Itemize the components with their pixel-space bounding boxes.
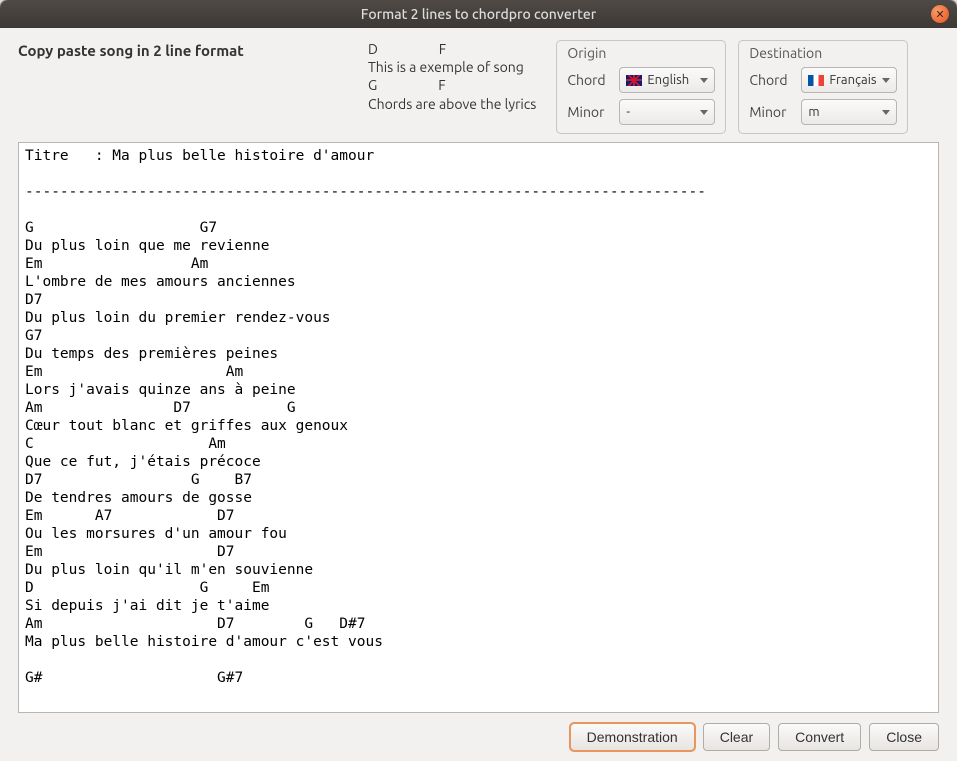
origin-chord-label: Chord	[567, 72, 611, 88]
origin-title: Origin	[567, 45, 715, 61]
origin-minor-row: Minor -	[567, 99, 715, 125]
origin-minor-value: -	[626, 105, 630, 119]
button-bar: Demonstration Clear Convert Close	[18, 723, 939, 751]
origin-minor-label: Minor	[567, 104, 611, 120]
origin-chord-row: Chord English	[567, 67, 715, 93]
close-icon: ✕	[935, 8, 944, 21]
origin-chord-combo[interactable]: English	[619, 67, 715, 93]
song-input-wrap	[18, 142, 939, 713]
chevron-down-icon	[700, 110, 708, 115]
top-row: Copy paste song in 2 line format D F Thi…	[18, 40, 939, 134]
example-chords-2: G F	[368, 77, 446, 93]
destination-chord-label: Chord	[749, 72, 793, 88]
origin-minor-combo[interactable]: -	[619, 99, 715, 125]
destination-chord-row: Chord Français	[749, 67, 897, 93]
titlebar: Format 2 lines to chordpro converter ✕	[0, 0, 957, 28]
content-area: Copy paste song in 2 line format D F Thi…	[0, 28, 957, 761]
example-lyrics-1: This is a exemple of song	[368, 59, 524, 75]
close-window-button[interactable]: ✕	[931, 5, 949, 23]
demonstration-button[interactable]: Demonstration	[570, 723, 695, 751]
origin-panel: Origin Chord English Minor -	[556, 40, 726, 134]
flag-french-icon	[808, 75, 824, 86]
close-button[interactable]: Close	[869, 723, 939, 751]
flag-english-icon	[626, 75, 642, 86]
song-input[interactable]	[19, 143, 938, 712]
window-title: Format 2 lines to chordpro converter	[361, 6, 596, 22]
destination-title: Destination	[749, 45, 897, 61]
chevron-down-icon	[882, 110, 890, 115]
example-chords-1: D F	[368, 41, 446, 57]
example-block: D F This is a exemple of song G F Chords…	[368, 40, 536, 113]
destination-chord-value: Français	[829, 73, 876, 87]
origin-chord-value: English	[647, 73, 689, 87]
chevron-down-icon	[700, 78, 708, 83]
destination-minor-row: Minor m	[749, 99, 897, 125]
destination-panel: Destination Chord Français Minor m	[738, 40, 908, 134]
clear-button[interactable]: Clear	[703, 723, 770, 751]
example-lyrics-2: Chords are above the lyrics	[368, 96, 536, 112]
destination-minor-combo[interactable]: m	[801, 99, 897, 125]
chevron-down-icon	[882, 78, 890, 83]
convert-button[interactable]: Convert	[778, 723, 861, 751]
destination-minor-value: m	[808, 105, 819, 119]
destination-chord-combo[interactable]: Français	[801, 67, 897, 93]
dialog-window: Format 2 lines to chordpro converter ✕ C…	[0, 0, 957, 761]
settings-panels: Origin Chord English Minor -	[556, 40, 908, 134]
destination-minor-label: Minor	[749, 104, 793, 120]
instruction-label: Copy paste song in 2 line format	[18, 40, 348, 59]
